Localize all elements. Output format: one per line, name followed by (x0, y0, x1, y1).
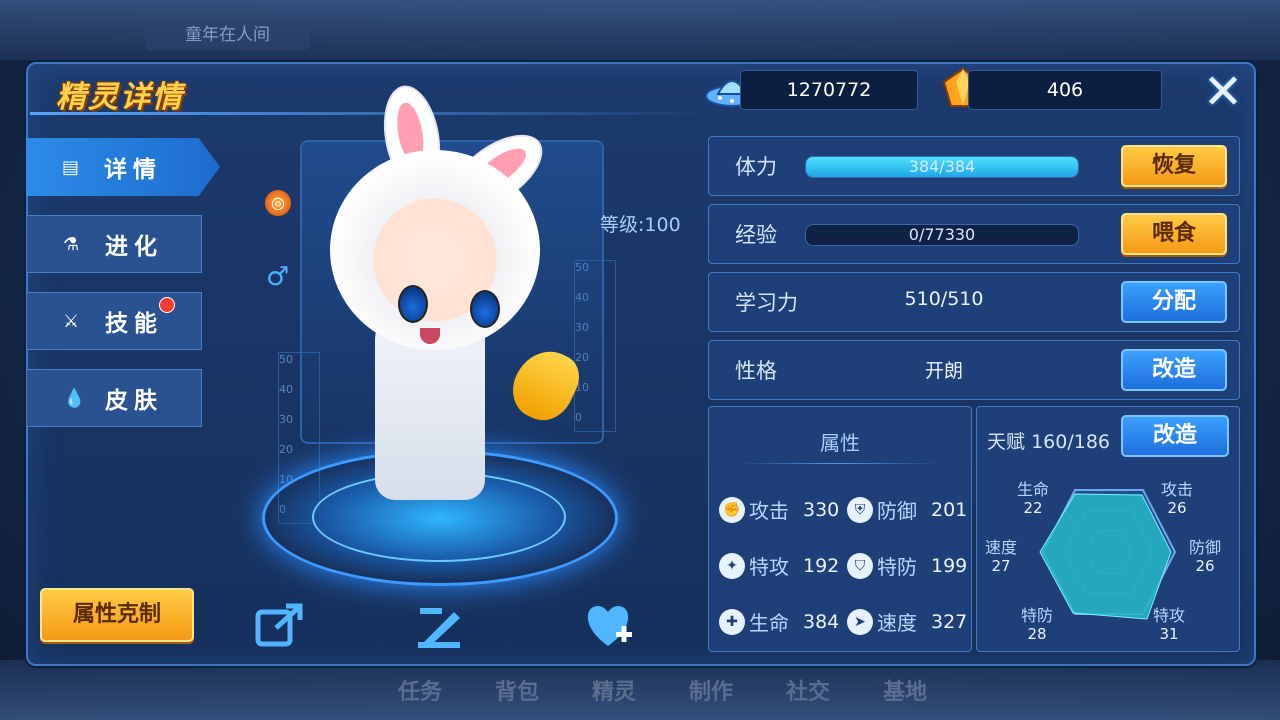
share-button[interactable] (254, 600, 304, 650)
stat-defense: ⛨ 防御 201 (847, 495, 967, 524)
stamina-bar: 384/384 (805, 156, 1079, 178)
title-divider (30, 112, 710, 115)
favorite-button[interactable] (580, 600, 636, 650)
gem-balance: 406 (968, 70, 1162, 110)
attributes-divider (739, 463, 939, 464)
details-icon: ▤ (62, 156, 80, 178)
talent-panel: 天赋 160/186 改造 生命 22 攻击 26 防御 26 特攻 31 特防 28 速… (976, 406, 1240, 652)
flask-icon: ⚗ (63, 233, 80, 255)
panel-title: 精灵详情 (56, 80, 184, 115)
radar-sp-attack: 特攻 31 (1153, 606, 1186, 644)
radar-defense: 防御 26 (1189, 538, 1222, 576)
sp-attack-icon: ✦ (719, 552, 745, 579)
restore-button[interactable]: 恢复 (1121, 145, 1227, 187)
background-tab: 童年在人间 (145, 20, 310, 50)
stat-sp-defense: ⛉ 特防 199 (847, 551, 967, 580)
pet-level: 等级:100 (600, 214, 681, 236)
attributes-panel: 属性 ✊ 攻击 330 ⛨ 防御 201 ✦ 特攻 192 ⛉ 特防 199 ✚ 生命 3… (708, 406, 972, 652)
speed-icon: ➤ (847, 608, 873, 635)
talent-radar-area (1039, 493, 1172, 620)
allocate-button[interactable]: 分配 (1121, 281, 1227, 323)
sidebar-item-evolve[interactable]: ⚗ 进化 (26, 215, 202, 273)
nav-social[interactable]: 社交 (783, 674, 833, 706)
sidebar-item-skins[interactable]: 💧 皮肤 (26, 369, 202, 427)
nature-row: 性格 开朗 改造 (708, 340, 1240, 400)
nav-base[interactable]: 基地 (880, 674, 930, 706)
drop-icon: 💧 (63, 387, 86, 409)
attributes-title: 属性 (820, 431, 860, 455)
sidebar-item-label: 进化 (105, 234, 163, 260)
attack-icon: ✊ (719, 496, 745, 523)
feed-button[interactable]: 喂食 (1121, 213, 1227, 255)
pet-eye-left (398, 285, 428, 323)
stat-hp: ✚ 生命 384 (719, 607, 839, 636)
talent-radar-chart (1039, 489, 1177, 620)
stamina-label: 体力 (735, 155, 777, 179)
sidebar-item-label: 技能 (105, 311, 163, 337)
nav-task[interactable]: 任务 (395, 674, 445, 706)
bottom-nav: 任务 背包 精灵 制作 社交 基地 (395, 674, 930, 706)
stamina-row: 体力 384/384 恢复 (708, 136, 1240, 196)
exp-row: 经验 0/77330 喂食 (708, 204, 1240, 264)
learning-value: 510/510 (904, 288, 984, 310)
pet-eye-right (470, 290, 500, 328)
nature-modify-button[interactable]: 改造 (1121, 349, 1227, 391)
stat-attack: ✊ 攻击 330 (719, 495, 839, 524)
heart-plus-icon (587, 606, 632, 646)
sword-icon: ⚔ (63, 310, 80, 332)
nav-pets[interactable]: 精灵 (589, 674, 639, 706)
radar-speed: 速度 27 (985, 538, 1018, 576)
share-icon (255, 603, 303, 647)
coin-balance: 1270772 (740, 70, 918, 110)
learning-label: 学习力 (735, 291, 798, 315)
radar-hp: 生命 22 (1017, 480, 1050, 518)
nav-craft[interactable]: 制作 (686, 674, 736, 706)
exp-bar: 0/77330 (805, 224, 1079, 246)
exp-label: 经验 (735, 223, 777, 247)
hp-icon: ✚ (719, 608, 745, 635)
rename-button[interactable] (414, 600, 464, 650)
stat-speed: ➤ 速度 327 (847, 607, 967, 636)
pet-head (330, 150, 540, 350)
stat-sp-attack: ✦ 特攻 192 (719, 551, 839, 580)
defense-icon: ⛨ (847, 496, 873, 523)
sidebar-item-label: 皮肤 (105, 388, 163, 414)
close-button[interactable]: ✕ (1198, 68, 1248, 118)
exp-value: 0/77330 (908, 225, 976, 244)
nature-label: 性格 (735, 359, 777, 383)
element-type-icon: ◎ (265, 190, 291, 216)
stamina-value: 384/384 (908, 157, 976, 176)
sidebar-item-label: 详情 (104, 157, 162, 183)
sp-defense-icon: ⛉ (847, 552, 873, 579)
nature-value: 开朗 (924, 360, 963, 382)
radar-sp-defense: 特防 28 (1021, 606, 1054, 644)
nav-bag[interactable]: 背包 (492, 674, 542, 706)
edit-icon (418, 608, 460, 648)
sidebar-item-skills[interactable]: ⚔ 技能 (26, 292, 202, 350)
notification-badge (159, 297, 175, 313)
radar-attack: 攻击 26 (1161, 480, 1194, 518)
learning-row: 学习力 510/510 分配 (708, 272, 1240, 332)
gender-icon: ♂ (266, 262, 290, 292)
sidebar-item-details[interactable]: ▤ 详情 (26, 138, 220, 196)
close-x-icon: ✕ (1202, 64, 1244, 120)
type-chart-button[interactable]: 属性克制 (40, 588, 194, 642)
